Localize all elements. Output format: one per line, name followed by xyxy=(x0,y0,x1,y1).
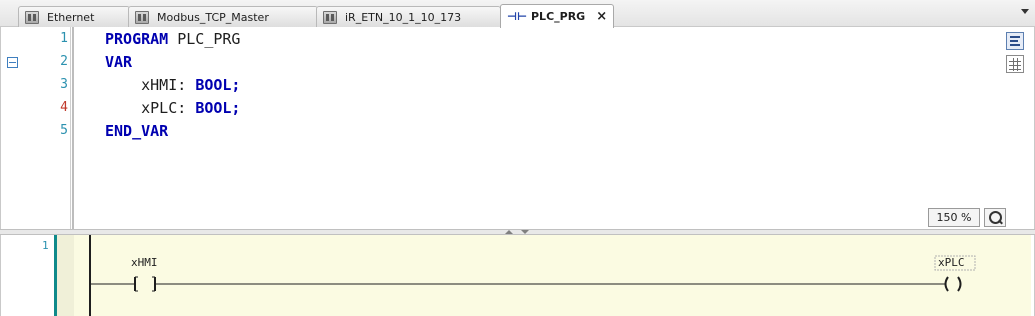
rung-selection-strip xyxy=(57,235,74,316)
device-icon xyxy=(323,10,337,24)
code-line-4: xPLC: BOOL; xyxy=(105,97,240,120)
ladder-rung[interactable]: xHMI xPLC xyxy=(74,235,1031,316)
line-number: 3 xyxy=(60,77,68,92)
variable-type: BOOL; xyxy=(195,99,241,117)
network-number: 1 xyxy=(42,239,49,252)
tab-plc-prg[interactable]: ⊣⊢ PLC_PRG × xyxy=(500,4,614,28)
keyword: END_VAR xyxy=(105,122,169,140)
zoom-level[interactable]: 150 % xyxy=(928,208,980,227)
tab-label: Ethernet xyxy=(47,10,95,24)
keyword: PROGRAM xyxy=(105,30,169,48)
code-line-5: END_VAR xyxy=(105,120,168,143)
tab-label: iR_ETN_10_1_10_173 xyxy=(345,10,462,24)
device-icon xyxy=(25,10,39,24)
coil[interactable] xyxy=(944,276,962,292)
contact-label[interactable]: xHMI xyxy=(131,256,158,269)
coil-label[interactable]: xPLC xyxy=(938,256,965,269)
splitter-up-arrow-icon[interactable] xyxy=(505,230,513,234)
tabular-view-icon[interactable] xyxy=(1006,55,1024,73)
line-number-gutter: 1 2 3 4 5 xyxy=(25,27,71,229)
splitter-down-arrow-icon[interactable] xyxy=(521,230,529,234)
variable-name: xHMI: xyxy=(141,76,196,94)
collapse-fold-icon[interactable] xyxy=(7,57,18,68)
variable-name: xPLC: xyxy=(141,99,196,117)
declaration-editor[interactable]: 1 2 3 4 5 PROGRAM PLC_PRG VAR xHMI: BOOL… xyxy=(0,27,1035,229)
code-line-2: VAR xyxy=(105,51,132,74)
fold-gutter xyxy=(1,27,25,229)
close-tab-icon[interactable]: × xyxy=(596,9,607,24)
code-line-3: xHMI: BOOL; xyxy=(105,74,240,97)
line-number: 5 xyxy=(60,123,68,138)
tab-label: PLC_PRG xyxy=(531,10,586,23)
change-marker-bar xyxy=(72,27,74,229)
keyword: VAR xyxy=(105,53,133,71)
line-number: 1 xyxy=(60,31,68,46)
line-number: 2 xyxy=(60,54,68,69)
program-name: PLC_PRG xyxy=(168,30,241,48)
tab-list-dropdown-icon[interactable] xyxy=(1021,9,1029,14)
ladder-editor[interactable]: 1 xHMI xPLC xyxy=(0,235,1035,316)
textual-view-icon[interactable] xyxy=(1006,32,1024,50)
tab-ethernet[interactable]: Ethernet xyxy=(18,6,130,27)
program-icon: ⊣⊢ xyxy=(507,10,528,23)
tab-ir-etn[interactable]: iR_ETN_10_1_10_173 xyxy=(316,6,501,27)
normally-open-contact[interactable] xyxy=(134,276,156,292)
variable-type: BOOL; xyxy=(195,76,241,94)
tab-label: Modbus_TCP_Master xyxy=(157,10,269,24)
tab-modbus-tcp-master[interactable]: Modbus_TCP_Master xyxy=(128,6,318,27)
line-number-modified: 4 xyxy=(60,100,68,115)
zoom-magnifier-icon[interactable] xyxy=(984,208,1006,227)
editor-tab-strip: Ethernet Modbus_TCP_Master iR_ETN_10_1_1… xyxy=(0,0,1035,28)
code-line-1: PROGRAM PLC_PRG xyxy=(105,28,240,51)
device-icon xyxy=(135,10,149,24)
